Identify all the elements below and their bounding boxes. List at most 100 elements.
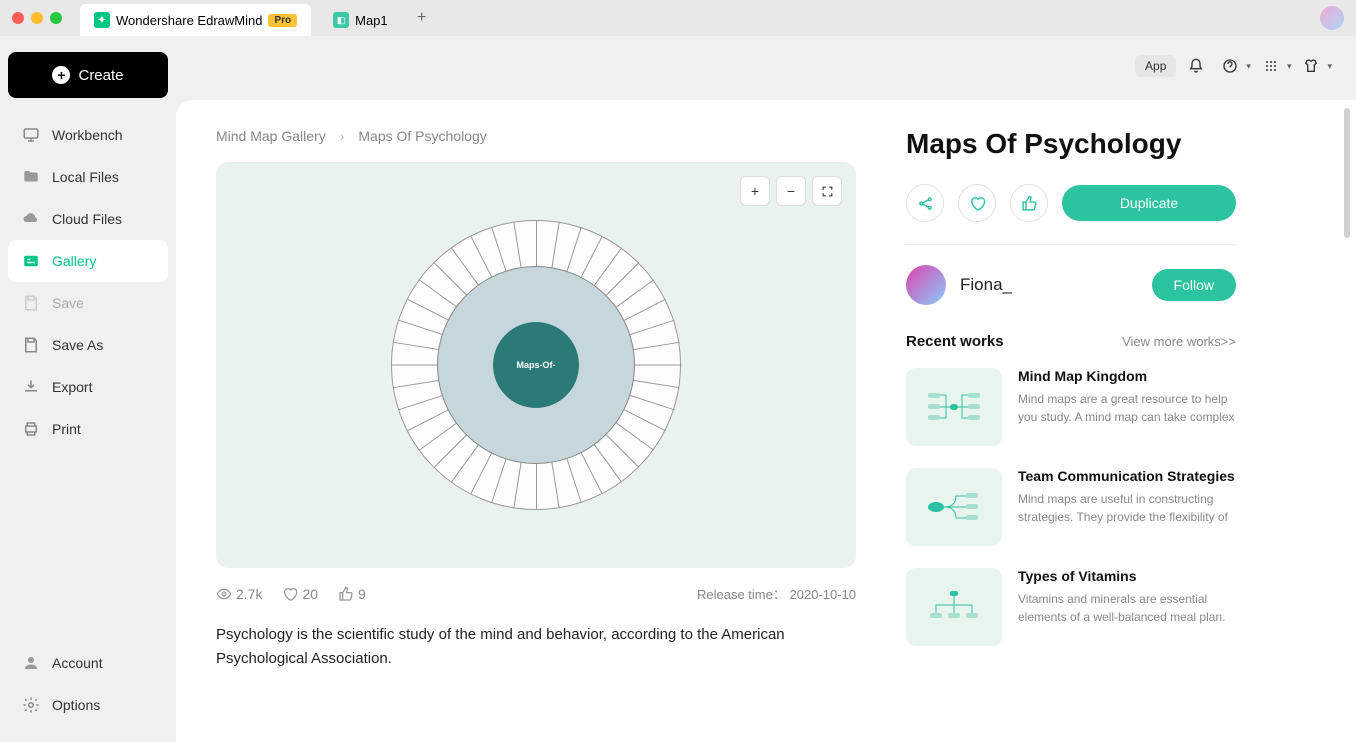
header-toolbar: App ▾ ▾ ▾ <box>1135 52 1332 80</box>
sidebar-item-label: Export <box>52 379 92 395</box>
work-card[interactable]: Team Communication Strategies Mind maps a… <box>906 468 1236 546</box>
gear-icon <box>22 696 40 714</box>
zoom-out-button[interactable]: − <box>776 176 806 206</box>
workbench-icon <box>22 126 40 144</box>
diagram-center: Maps-Of- <box>493 322 579 408</box>
radial-diagram: Maps-Of- <box>391 220 681 510</box>
edrawmind-icon: ✦ <box>94 12 110 28</box>
recent-works-heading: Recent works <box>906 333 1004 350</box>
map-file-icon: ◧ <box>333 12 349 28</box>
favorite-button[interactable] <box>958 184 996 222</box>
sidebar-item-account[interactable]: Account <box>8 642 168 684</box>
sidebar-item-label: Local Files <box>52 169 119 185</box>
minimize-window-button[interactable] <box>31 12 43 24</box>
tab-map1[interactable]: ◧ Map1 <box>319 4 402 36</box>
sidebar-item-export[interactable]: Export <box>8 366 168 408</box>
notifications-button[interactable] <box>1182 52 1210 80</box>
sidebar-item-label: Save <box>52 295 84 311</box>
gallery-icon <box>22 252 40 270</box>
save-as-icon <box>22 336 40 354</box>
work-title: Mind Map Kingdom <box>1018 368 1236 384</box>
sidebar-item-gallery[interactable]: Gallery <box>8 240 168 282</box>
release-time: Release time： 2020-10-10 <box>697 584 856 603</box>
thumbs-stat: 9 <box>338 586 366 602</box>
work-description: Vitamins and minerals are essential elem… <box>1018 590 1236 626</box>
author-name[interactable]: Fiona_ <box>960 275 1012 295</box>
stats-row: 2.7k 20 9 Release time： 2020-10-10 <box>216 584 856 603</box>
sidebar-item-label: Account <box>52 655 103 671</box>
pro-badge: Pro <box>268 14 297 27</box>
eye-icon <box>216 586 232 602</box>
duplicate-button[interactable]: Duplicate <box>1062 185 1236 221</box>
sidebar-item-workbench[interactable]: Workbench <box>8 114 168 156</box>
work-description: Mind maps are a great resource to help y… <box>1018 390 1236 426</box>
shirt-icon <box>1297 52 1325 80</box>
plus-icon: + <box>52 66 70 84</box>
sidebar-item-label: Save As <box>52 337 103 353</box>
user-avatar[interactable] <box>1320 6 1344 30</box>
work-title: Team Communication Strategies <box>1018 468 1236 484</box>
breadcrumb-current: Maps Of Psychology <box>358 128 486 144</box>
sidebar-item-print[interactable]: Print <box>8 408 168 450</box>
share-button[interactable] <box>906 184 944 222</box>
heart-icon <box>282 586 298 602</box>
sidebar-item-options[interactable]: Options <box>8 684 168 726</box>
sidebar-item-label: Cloud Files <box>52 211 122 227</box>
views-stat: 2.7k <box>216 586 262 602</box>
sidebar-item-label: Workbench <box>52 127 123 143</box>
breadcrumb-root[interactable]: Mind Map Gallery <box>216 128 326 144</box>
fullscreen-button[interactable] <box>812 176 842 206</box>
new-tab-button[interactable]: + <box>410 6 434 30</box>
likes-stat: 20 <box>282 586 318 602</box>
maximize-window-button[interactable] <box>50 12 62 24</box>
close-window-button[interactable] <box>12 12 24 24</box>
work-card[interactable]: Mind Map Kingdom Mind maps are a great re… <box>906 368 1236 446</box>
create-button[interactable]: + Create <box>8 52 168 98</box>
theme-menu[interactable]: ▾ <box>1297 52 1332 80</box>
work-description: Mind maps are useful in constructing str… <box>1018 490 1236 526</box>
description: Psychology is the scientific study of th… <box>216 623 856 671</box>
sidebar-item-save: Save <box>8 282 168 324</box>
account-icon <box>22 654 40 672</box>
sidebar-item-local-files[interactable]: Local Files <box>8 156 168 198</box>
action-row: Duplicate <box>906 184 1236 222</box>
author-row: Fiona_ Follow <box>906 265 1236 305</box>
window-controls <box>12 12 62 24</box>
mindmap-preview[interactable]: + − Maps-Of- <box>216 162 856 568</box>
help-icon <box>1216 52 1244 80</box>
export-icon <box>22 378 40 396</box>
view-more-link[interactable]: View more works>> <box>1122 334 1236 349</box>
divider <box>906 244 1236 245</box>
sidebar-item-save-as[interactable]: Save As <box>8 324 168 366</box>
apps-menu[interactable]: ▾ <box>1257 52 1292 80</box>
scrollbar[interactable] <box>1344 108 1350 238</box>
work-thumbnail <box>906 368 1002 446</box>
zoom-in-button[interactable]: + <box>740 176 770 206</box>
sidebar-item-label: Gallery <box>52 253 96 269</box>
tab-edrawmind[interactable]: ✦ Wondershare EdrawMind Pro <box>80 4 311 36</box>
sidebar-item-label: Print <box>52 421 81 437</box>
chevron-down-icon: ▾ <box>1327 61 1332 72</box>
work-title: Types of Vitamins <box>1018 568 1236 584</box>
thumbs-up-icon <box>338 586 354 602</box>
work-thumbnail <box>906 568 1002 646</box>
grid-icon <box>1257 52 1285 80</box>
create-label: Create <box>78 67 123 84</box>
app-chip[interactable]: App <box>1135 55 1176 77</box>
detail-title: Maps Of Psychology <box>906 128 1236 160</box>
sidebar-item-cloud-files[interactable]: Cloud Files <box>8 198 168 240</box>
sidebar: + Create Workbench Local Files Cloud Fil… <box>0 36 176 742</box>
save-icon <box>22 294 40 312</box>
print-icon <box>22 420 40 438</box>
cloud-icon <box>22 210 40 228</box>
chevron-right-icon: › <box>340 128 345 144</box>
help-menu[interactable]: ▾ <box>1216 52 1251 80</box>
chevron-down-icon: ▾ <box>1246 61 1251 72</box>
work-thumbnail <box>906 468 1002 546</box>
like-button[interactable] <box>1010 184 1048 222</box>
breadcrumb: Mind Map Gallery › Maps Of Psychology <box>216 128 856 144</box>
work-card[interactable]: Types of Vitamins Vitamins and minerals a… <box>906 568 1236 646</box>
follow-button[interactable]: Follow <box>1152 269 1236 301</box>
author-avatar[interactable] <box>906 265 946 305</box>
tab-label: Wondershare EdrawMind <box>116 13 262 28</box>
